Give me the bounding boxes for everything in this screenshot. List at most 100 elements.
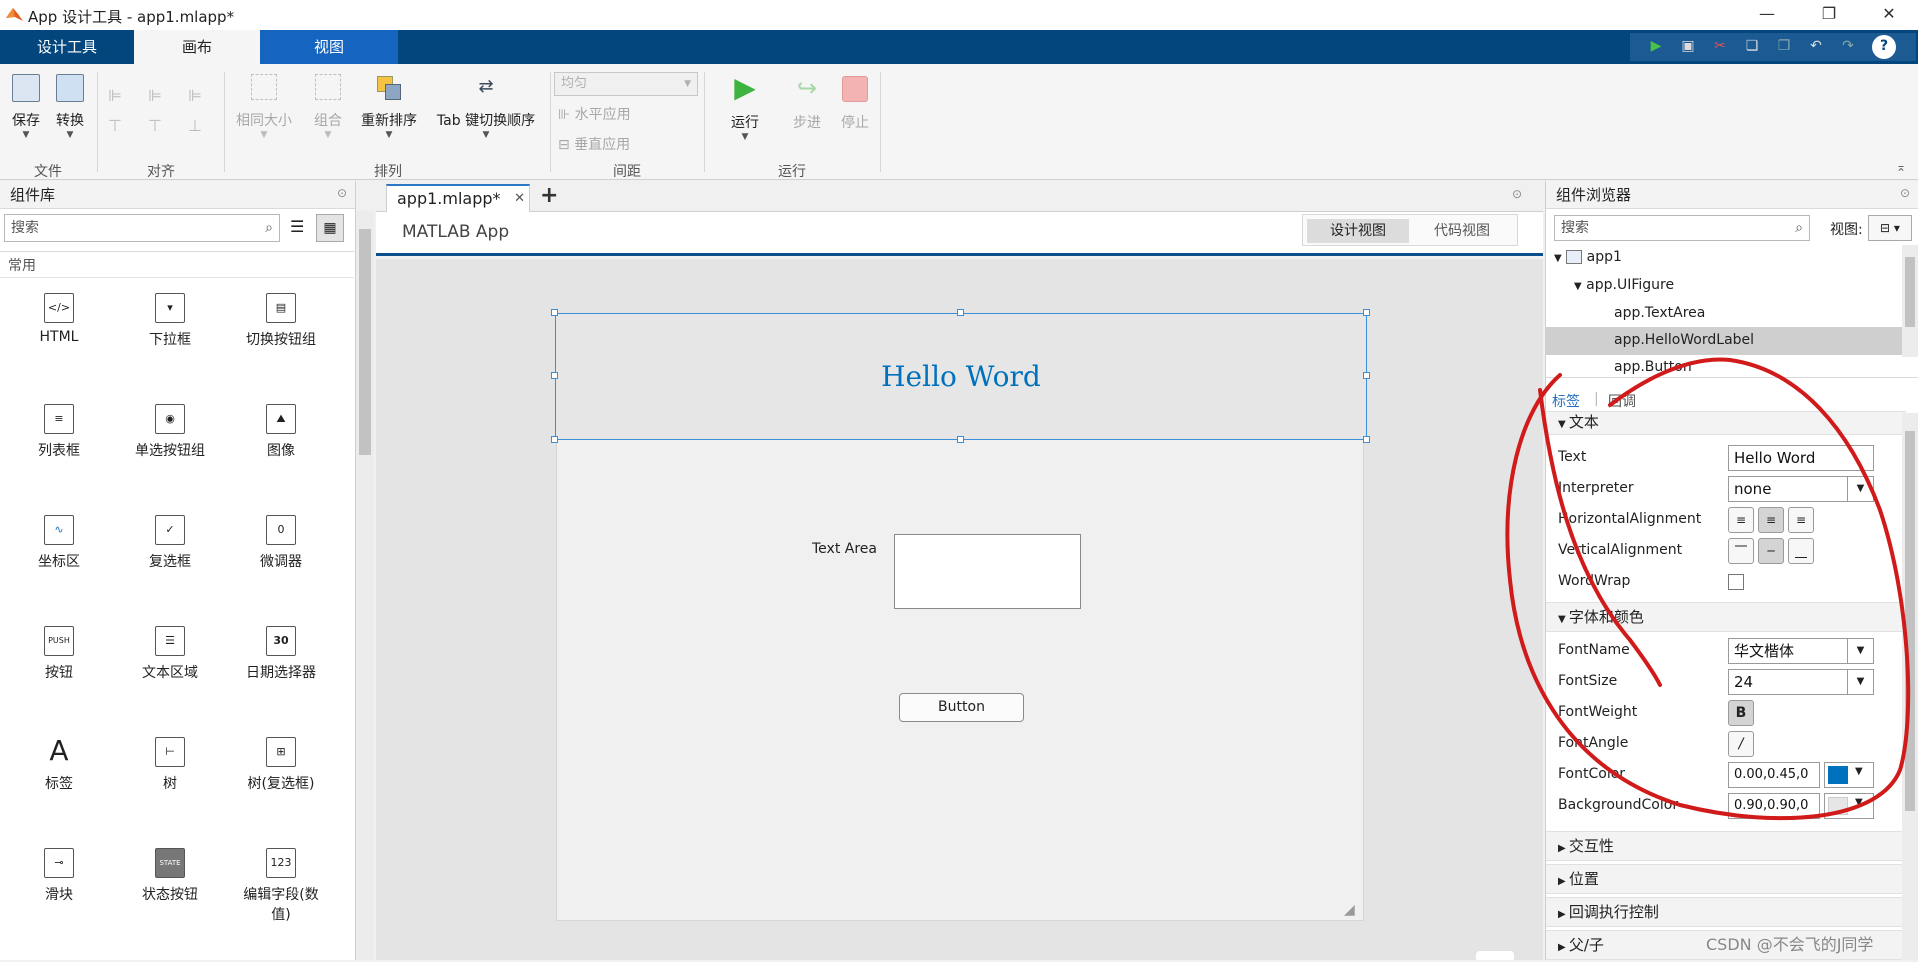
figure-resize-grip-icon[interactable]: ◢ (1344, 902, 1355, 918)
align-middle-icon[interactable]: ─ (1758, 538, 1784, 564)
component-label-item[interactable]: A 标签 (4, 737, 114, 793)
component-state-button[interactable]: STATE 状态按钮 (115, 848, 225, 904)
align-right-icon[interactable]: ⊫ (188, 86, 202, 105)
close-button[interactable]: ✕ (1866, 0, 1912, 30)
align-left-icon[interactable]: ≡ (1728, 507, 1754, 533)
text-area[interactable] (894, 534, 1081, 609)
component-spinner[interactable]: 0 微调器 (226, 515, 336, 571)
fontsize-select[interactable]: 24 (1728, 669, 1848, 695)
tab-canvas[interactable]: 画布 (134, 30, 260, 64)
design-view-button[interactable]: 设计视图 (1307, 219, 1409, 243)
tree-node-app1[interactable]: ▼ app1 (1554, 249, 1622, 265)
minimize-button[interactable]: — (1744, 0, 1790, 30)
component-axes[interactable]: ∿ 坐标区 (4, 515, 114, 571)
list-view-icon[interactable]: ☰ (290, 217, 304, 236)
reorder-button[interactable]: 重新排序 ▼ (354, 74, 424, 140)
cut-quick-icon[interactable]: ✂ (1708, 35, 1732, 59)
component-tree[interactable]: ⊢ 树 (115, 737, 225, 793)
resize-handle[interactable] (1363, 309, 1370, 316)
tree-scrollbar[interactable] (1902, 245, 1918, 357)
chevron-down-icon[interactable]: ▼ (1848, 669, 1874, 695)
fontname-select[interactable]: 华文楷体 (1728, 638, 1848, 664)
wordwrap-checkbox[interactable] (1728, 574, 1744, 590)
vertical-apply-button[interactable]: ⊟ 垂直应用 (558, 134, 630, 154)
component-date-picker[interactable]: 30 日期选择器 (226, 626, 336, 682)
component-checkbox[interactable]: ✓ 复选框 (115, 515, 225, 571)
redo-quick-icon[interactable]: ↷ (1836, 35, 1860, 59)
stop-button[interactable]: 停止 (832, 74, 878, 132)
align-middle-icon[interactable]: ⊤ (148, 116, 162, 135)
tree-node-textarea[interactable]: app.TextArea (1614, 305, 1705, 321)
component-textarea[interactable]: ☰ 文本区域 (115, 626, 225, 682)
resize-handle[interactable] (551, 372, 558, 379)
document-tab-app1[interactable]: app1.mlapp* ✕ (386, 184, 530, 212)
resize-handle[interactable] (957, 309, 964, 316)
inspector-scrollbar[interactable] (1902, 413, 1918, 960)
text-input[interactable]: Hello Word (1728, 445, 1874, 471)
component-checkbox-tree[interactable]: ⊞ 树(复选框) (226, 737, 336, 793)
hello-word-label[interactable]: Hello Word (555, 313, 1367, 440)
fontcolor-input[interactable]: 0.00,0.45,0 (1728, 762, 1820, 788)
align-bottom-icon[interactable]: ⎽ (1788, 538, 1814, 564)
align-center-icon[interactable]: ≡ (1758, 507, 1784, 533)
component-listbox[interactable]: ≡ 列表框 (4, 404, 114, 460)
tree-node-button[interactable]: app.Button (1614, 359, 1692, 375)
align-right-icon[interactable]: ≡ (1788, 507, 1814, 533)
close-tab-icon[interactable]: ✕ (514, 186, 525, 212)
canvas-button[interactable]: Button (899, 693, 1024, 722)
collapse-ribbon-icon[interactable]: ⌅ (1896, 160, 1906, 174)
backgroundcolor-picker[interactable]: ▼ (1824, 793, 1874, 819)
component-toggle-group[interactable]: ▤ 切换按钮组 (226, 293, 336, 349)
restore-button[interactable]: ❐ (1806, 0, 1852, 30)
help-quick-icon[interactable]: ? (1872, 35, 1896, 59)
align-center-icon[interactable]: ⊫ (148, 86, 162, 105)
backgroundcolor-input[interactable]: 0.90,0.90,0 (1728, 793, 1820, 819)
component-button[interactable]: PUSH 按钮 (4, 626, 114, 682)
component-search-input[interactable]: 搜索 ⌕ (4, 214, 280, 242)
component-slider[interactable]: ⊸ 滑块 (4, 848, 114, 904)
scrollbar-thumb[interactable] (359, 229, 371, 455)
tab-designer-tools[interactable]: 设计工具 (0, 30, 134, 64)
view-mode-dropdown[interactable]: ⊟ ▾ (1868, 215, 1912, 241)
paste-quick-icon[interactable]: ❐ (1772, 35, 1796, 59)
panel-options-icon[interactable]: ⊙ (1900, 186, 1910, 200)
tab-view[interactable]: 视图 (260, 30, 398, 64)
scrollbar-thumb[interactable] (1905, 431, 1915, 811)
align-left-icon[interactable]: ⊫ (108, 86, 122, 105)
panel-options-icon[interactable]: ⊙ (337, 186, 347, 200)
grid-view-icon[interactable]: ▦ (316, 214, 344, 242)
italic-toggle[interactable]: / (1728, 731, 1754, 757)
resize-handle[interactable] (957, 436, 964, 443)
chevron-down-icon[interactable]: ▼ (1848, 638, 1874, 664)
code-view-button[interactable]: 代码视图 (1411, 219, 1513, 243)
step-button[interactable]: ↪ 步进 (784, 74, 830, 132)
component-radio-group[interactable]: ◉ 单选按钮组 (115, 404, 225, 460)
save-quick-icon[interactable]: ▣ (1676, 35, 1700, 59)
resize-handle[interactable] (551, 309, 558, 316)
horizontal-apply-button[interactable]: ⊪ 水平应用 (558, 104, 631, 124)
add-tab-icon[interactable]: + (540, 183, 558, 208)
copy-quick-icon[interactable]: ❏ (1740, 35, 1764, 59)
tab-callbacks[interactable]: 回调 (1608, 391, 1636, 411)
fontcolor-picker[interactable]: ▼ (1824, 762, 1874, 788)
bold-toggle[interactable]: B (1728, 700, 1754, 726)
align-bottom-icon[interactable]: ⊥ (188, 116, 202, 135)
run-quick-icon[interactable]: ▶ (1644, 35, 1668, 59)
component-dropdown[interactable]: ▾ 下拉框 (115, 293, 225, 349)
tab-labels[interactable]: 标签 (1552, 391, 1580, 411)
interpreter-select[interactable]: none (1728, 476, 1848, 502)
chevron-down-icon[interactable]: ▼ (1848, 476, 1874, 502)
section-callback-control[interactable]: ▶ 回调执行控制 (1546, 897, 1906, 927)
library-scrollbar[interactable] (356, 211, 374, 960)
save-button[interactable]: 保存 ▼ (8, 74, 44, 140)
tree-node-helloword-label[interactable]: app.HelloWordLabel (1614, 332, 1754, 348)
browser-search-input[interactable]: 搜索 ⌕ (1554, 215, 1810, 241)
resize-handle[interactable] (1363, 372, 1370, 379)
section-text[interactable]: ▼ 文本 (1546, 411, 1906, 435)
tab-order-button[interactable]: ⇄ Tab 键切换顺序 ▼ (430, 74, 542, 140)
align-top-icon[interactable]: ⊤ (108, 116, 122, 135)
component-image[interactable]: ⛰ 图像 (226, 404, 336, 460)
undo-quick-icon[interactable]: ↶ (1804, 35, 1828, 59)
ui-figure[interactable]: Hello Word Text Area Button ◢ (551, 309, 1370, 921)
align-top-icon[interactable]: ⎺ (1728, 538, 1754, 564)
